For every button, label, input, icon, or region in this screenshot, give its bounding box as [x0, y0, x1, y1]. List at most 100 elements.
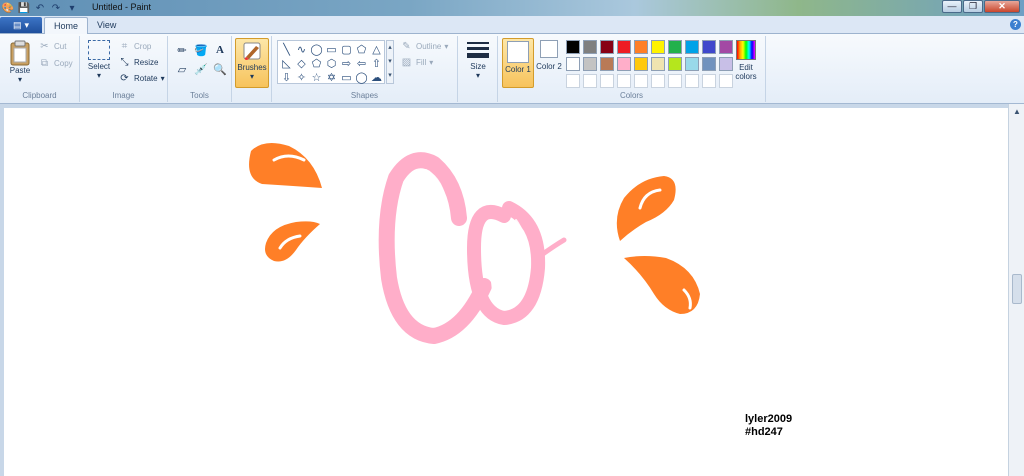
curve-icon[interactable]: ∿ [294, 42, 309, 56]
four-point-star-icon[interactable]: ✧ [294, 70, 309, 84]
palette-swatch[interactable] [702, 40, 716, 54]
window-title: Untitled - Paint [92, 2, 152, 12]
fill-button[interactable]: ▨ Fill ▾ [400, 56, 433, 69]
outline-icon: ✎ [402, 41, 411, 52]
line-icon[interactable]: ╲ [279, 42, 294, 56]
right-triangle-icon[interactable]: ◺ [279, 56, 294, 70]
menu-icon: ▤ [12, 19, 22, 30]
rotate-button[interactable]: ⟳ Rotate ▾ [118, 72, 164, 85]
palette-swatch[interactable] [617, 40, 631, 54]
palette-swatch[interactable] [566, 74, 580, 88]
close-button[interactable]: ✕ [984, 0, 1020, 13]
palette-swatch[interactable] [600, 57, 614, 71]
palette-swatch[interactable] [651, 57, 665, 71]
rounded-rectangle-icon[interactable]: ▢ [339, 42, 354, 56]
select-button[interactable]: Select ▾ [86, 40, 112, 80]
brush-icon [243, 42, 261, 60]
right-arrow-icon[interactable]: ⇨ [339, 56, 354, 70]
paste-button[interactable]: Paste ▾ [6, 40, 34, 84]
palette-swatch[interactable] [583, 57, 597, 71]
fill-bucket-icon[interactable]: 🪣 [193, 42, 209, 58]
palette-swatch[interactable] [600, 74, 614, 88]
palette-swatch[interactable] [634, 40, 648, 54]
magnifier-icon[interactable]: 🔍 [212, 61, 228, 77]
palette-swatch[interactable] [634, 74, 648, 88]
copy-button[interactable]: ⧉ Copy [38, 57, 73, 70]
rect-callout-icon[interactable]: ▭ [339, 70, 354, 84]
palette-swatch[interactable] [685, 74, 699, 88]
color2-button[interactable]: Color 2 [536, 40, 562, 71]
palette-swatch[interactable] [566, 57, 580, 71]
size-button[interactable]: Size ▾ [462, 40, 494, 80]
help-icon[interactable]: ? [1010, 19, 1021, 30]
palette-swatch[interactable] [566, 40, 580, 54]
shapes-scroll[interactable]: ▴ ▾ ▾ [386, 40, 394, 84]
palette-swatch[interactable] [583, 40, 597, 54]
text-tool-icon[interactable]: A [212, 42, 228, 58]
save-icon[interactable]: 💾 [18, 2, 30, 14]
scroll-thumb[interactable] [1012, 274, 1022, 304]
edit-colors-label: Edit colors [735, 63, 757, 81]
cut-button[interactable]: ✂ Cut [38, 40, 66, 53]
color2-label: Color 2 [536, 62, 562, 71]
pencil-icon[interactable]: ✏ [174, 42, 190, 58]
palette-swatch[interactable] [600, 40, 614, 54]
palette-swatch[interactable] [617, 74, 631, 88]
pink-letters [378, 152, 567, 344]
redo-icon[interactable]: ↷ [50, 2, 62, 14]
palette-swatch[interactable] [651, 74, 665, 88]
palette-swatch[interactable] [702, 57, 716, 71]
title-bar: 🎨 💾 ↶ ↷ ▾ Untitled - Paint — ❐ ✕ [0, 0, 1024, 16]
six-point-star-icon[interactable]: ✡ [324, 70, 339, 84]
color-picker-icon[interactable]: 💉 [193, 61, 209, 77]
palette-swatch[interactable] [651, 40, 665, 54]
palette-swatch[interactable] [685, 57, 699, 71]
shapes-gallery[interactable]: ╲ ∿ ◯ ▭ ▢ ⬠ △ ◺ ◇ ⬠ ⬡ ⇨ ⇦ ⇧ ⇩ ✧ ☆ ✡ ▭ ◯ [277, 40, 385, 84]
rectangle-icon[interactable]: ▭ [324, 42, 339, 56]
scroll-up-icon[interactable]: ▲ [1009, 104, 1024, 120]
drawing-canvas[interactable]: lyler2009 #hd247 [4, 108, 1008, 476]
polygon-icon[interactable]: ⬠ [354, 42, 369, 56]
tab-view[interactable]: View [88, 17, 125, 34]
up-arrow-icon[interactable]: ⇧ [369, 56, 384, 70]
size-group: Size ▾ [458, 36, 498, 102]
edit-colors-button[interactable]: Edit colors [730, 40, 762, 81]
signature-line-1: lyler2009 [745, 413, 793, 425]
left-arrow-icon[interactable]: ⇦ [354, 56, 369, 70]
five-point-star-icon[interactable]: ☆ [309, 70, 324, 84]
palette-swatch[interactable] [668, 40, 682, 54]
crop-button[interactable]: ⌗ Crop [118, 40, 152, 53]
minimize-button[interactable]: — [942, 0, 962, 13]
resize-button[interactable]: ⤡ Resize [118, 56, 159, 69]
tab-home[interactable]: Home [44, 17, 89, 34]
paint-app-icon[interactable]: 🎨 [2, 2, 14, 14]
palette-swatch[interactable] [668, 74, 682, 88]
hexagon-icon[interactable]: ⬡ [324, 56, 339, 70]
maximize-button[interactable]: ❐ [963, 0, 983, 13]
color1-button[interactable]: Color 1 [502, 38, 534, 88]
oval-callout-icon[interactable]: ◯ [354, 70, 369, 84]
palette-swatch[interactable] [685, 40, 699, 54]
color-spectrum-icon [736, 40, 756, 60]
oval-icon[interactable]: ◯ [309, 42, 324, 56]
diamond-icon[interactable]: ◇ [294, 56, 309, 70]
paste-label: Paste [9, 66, 31, 75]
chevron-down-icon: ▾ [475, 71, 480, 80]
triangle-icon[interactable]: △ [369, 42, 384, 56]
undo-icon[interactable]: ↶ [34, 2, 46, 14]
down-arrow-icon[interactable]: ⇩ [279, 70, 294, 84]
palette-swatch[interactable] [634, 57, 648, 71]
brushes-button[interactable]: Brushes ▾ [235, 38, 269, 88]
pentagon-icon[interactable]: ⬠ [309, 56, 324, 70]
palette-swatch[interactable] [583, 74, 597, 88]
customize-icon[interactable]: ▾ [66, 2, 78, 14]
eraser-icon[interactable]: ▱ [174, 61, 190, 77]
paint-menu-button[interactable]: ▤ ▾ [0, 17, 42, 33]
shapes-group: ╲ ∿ ◯ ▭ ▢ ⬠ △ ◺ ◇ ⬠ ⬡ ⇨ ⇦ ⇧ ⇩ ✧ ☆ ✡ ▭ ◯ [272, 36, 458, 102]
cloud-callout-icon[interactable]: ☁ [369, 70, 384, 84]
palette-swatch[interactable] [668, 57, 682, 71]
palette-swatch[interactable] [702, 74, 716, 88]
vertical-scrollbar[interactable]: ▲ [1008, 104, 1024, 476]
outline-button[interactable]: ✎ Outline ▾ [400, 40, 448, 53]
palette-swatch[interactable] [617, 57, 631, 71]
